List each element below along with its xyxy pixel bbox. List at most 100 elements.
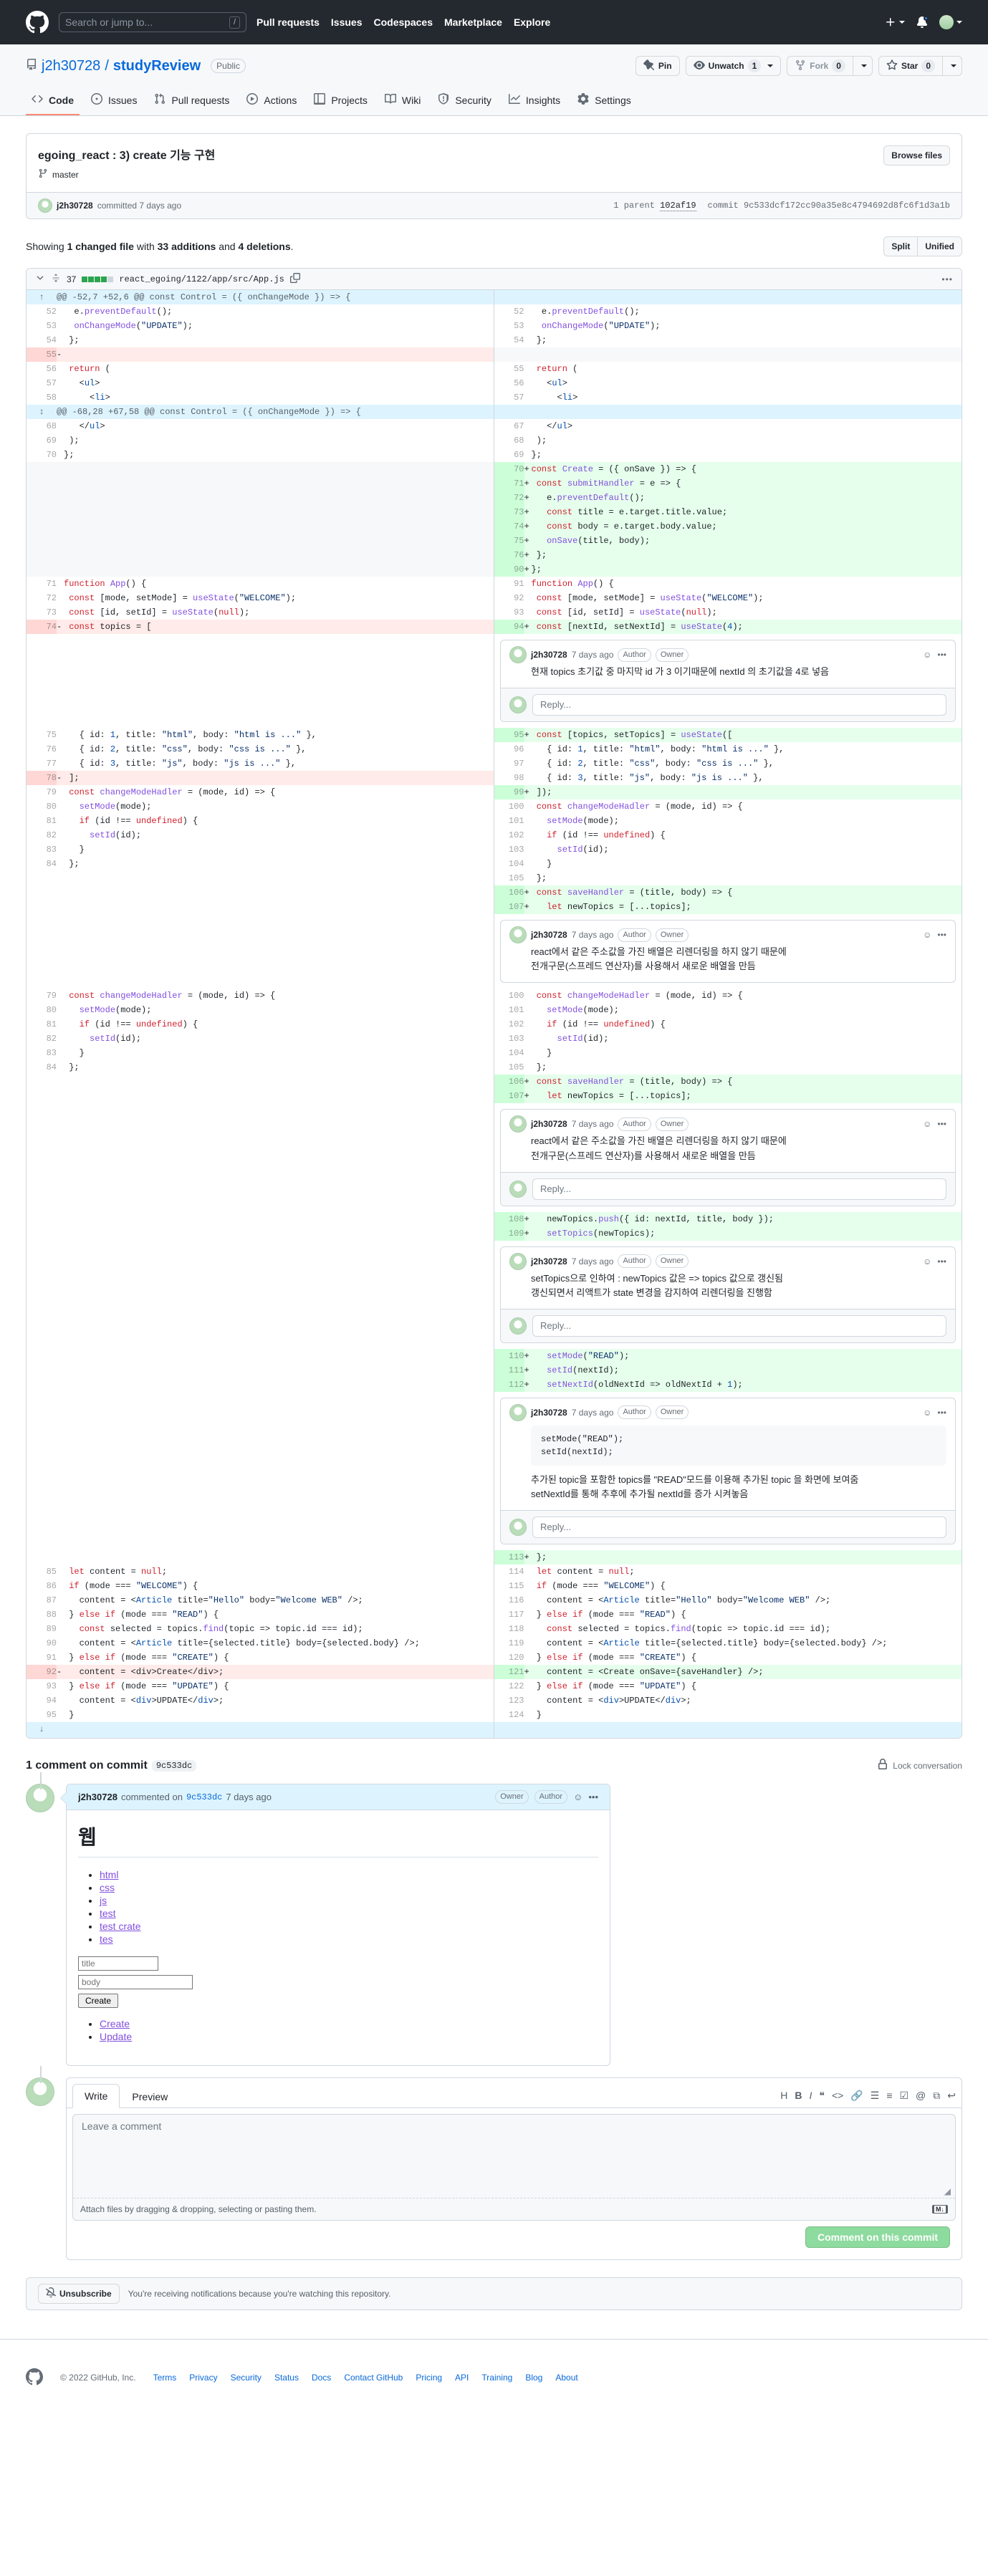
comment-author[interactable]: j2h30728 [531, 928, 567, 942]
reply-icon[interactable]: ↩ [947, 2090, 956, 2102]
notifications-bell-icon[interactable] [916, 16, 929, 28]
markdown-badge-icon[interactable]: M↓ [932, 2204, 948, 2214]
resize-handle[interactable]: ◢ [73, 2186, 955, 2198]
emoji-reaction-icon[interactable]: ☺ [923, 1405, 931, 1420]
comment-author[interactable]: j2h30728 [78, 1792, 117, 1802]
tab-write[interactable]: Write [72, 2083, 120, 2108]
branch-name[interactable]: master [52, 170, 79, 180]
footer-link-terms[interactable]: Terms [153, 2373, 177, 2383]
code-icon[interactable]: <> [832, 2090, 843, 2101]
repo-nav-item-insights[interactable]: Insights [503, 87, 566, 115]
kebab-horizontal-icon[interactable]: ••• [937, 1405, 946, 1420]
repo-nav-item-issues[interactable]: Issues [85, 87, 143, 115]
expand-down-row[interactable]: ↓ [27, 1722, 961, 1739]
cross-reference-icon[interactable]: ⧉ [933, 2090, 940, 2102]
emoji-reaction-icon[interactable]: ☺ [923, 928, 931, 942]
emoji-reaction-icon[interactable]: ☺ [923, 648, 931, 662]
footer-link-status[interactable]: Status [274, 2373, 299, 2383]
repo-nav-item-pull-requests[interactable]: Pull requests [148, 87, 235, 115]
emoji-reaction-icon[interactable]: ☺ [923, 1254, 931, 1269]
expand-up-button-right[interactable] [494, 290, 524, 304]
kebab-horizontal-icon[interactable]: ••• [941, 274, 953, 284]
heading-icon[interactable]: H [780, 2090, 787, 2101]
emoji-reaction-icon[interactable]: ☺ [923, 1117, 931, 1131]
kebab-horizontal-icon[interactable]: ••• [937, 1254, 946, 1269]
kebab-horizontal-icon[interactable]: ••• [937, 1117, 946, 1131]
expand-up-button[interactable]: ↑ [27, 290, 57, 304]
repo-nav-item-security[interactable]: Security [432, 87, 497, 115]
comment-author[interactable]: j2h30728 [531, 1254, 567, 1269]
unsubscribe-button[interactable]: Unsubscribe [38, 2283, 120, 2304]
reply-input[interactable]: Reply... [532, 1517, 946, 1539]
link-test[interactable]: test [100, 1908, 116, 1919]
repo-nav-item-projects[interactable]: Projects [308, 87, 373, 115]
kebab-horizontal-icon[interactable]: ••• [588, 1792, 598, 1802]
link-create[interactable]: Create [100, 2018, 130, 2029]
repo-nav-item-actions[interactable]: Actions [241, 87, 302, 115]
comment-textarea[interactable]: Leave a comment [73, 2115, 955, 2186]
task-list-icon[interactable]: ☑ [899, 2090, 908, 2102]
create-button[interactable]: Create [78, 1993, 119, 2008]
copy-icon[interactable] [289, 273, 300, 285]
pin-button[interactable]: Pin [635, 56, 680, 76]
expand-down-button-right[interactable] [494, 1722, 524, 1739]
kebab-horizontal-icon[interactable]: ••• [937, 648, 946, 662]
footer-link-about[interactable]: About [555, 2373, 577, 2383]
tab-preview[interactable]: Preview [120, 2085, 180, 2108]
nav-issues[interactable]: Issues [331, 16, 363, 28]
repo-nav-item-settings[interactable]: Settings [572, 87, 637, 115]
footer-link-privacy[interactable]: Privacy [189, 2373, 217, 2383]
search-input[interactable]: Search or jump to... / [59, 12, 246, 32]
comment-sha-link[interactable]: 9c533dc [186, 1792, 222, 1802]
fork-button[interactable]: Fork 0 [787, 56, 853, 76]
nav-explore[interactable]: Explore [514, 16, 550, 28]
comment-on-commit-button[interactable]: Comment on this commit [805, 2226, 950, 2248]
star-button[interactable]: Star 0 [878, 56, 942, 76]
reply-input[interactable]: Reply... [532, 1178, 946, 1200]
link-update[interactable]: Update [100, 2031, 132, 2042]
footer-link-docs[interactable]: Docs [312, 2373, 331, 2383]
repo-nav-item-code[interactable]: Code [26, 87, 80, 115]
expand-both-button[interactable]: ↕ [27, 405, 57, 419]
expand-down-button[interactable]: ↓ [27, 1722, 57, 1739]
mention-icon[interactable]: @ [916, 2090, 926, 2101]
unordered-list-icon[interactable]: ☰ [871, 2090, 880, 2102]
quote-icon[interactable]: ❝ [819, 2090, 825, 2102]
commit-author-link[interactable]: j2h30728 [57, 201, 93, 211]
link-css[interactable]: css [100, 1882, 115, 1893]
file-path[interactable]: react_egoing/1122/app/src/App.js [119, 274, 284, 284]
browse-files-button[interactable]: Browse files [883, 145, 950, 165]
repo-name-link[interactable]: studyReview [113, 58, 201, 75]
unified-view-button[interactable]: Unified [917, 236, 962, 256]
link-test-crate[interactable]: test crate [100, 1921, 141, 1932]
footer-link-blog[interactable]: Blog [525, 2373, 542, 2383]
comment-author[interactable]: j2h30728 [531, 1117, 567, 1131]
footer-link-security[interactable]: Security [231, 2373, 262, 2383]
footer-link-contact[interactable]: Contact GitHub [344, 2373, 403, 2383]
nav-pull-requests[interactable]: Pull requests [256, 16, 320, 28]
repo-owner-link[interactable]: j2h30728 [42, 58, 100, 75]
reply-input[interactable]: Reply... [532, 694, 946, 716]
lock-conversation-button[interactable]: Lock conversation [877, 1759, 962, 1772]
title-input[interactable] [78, 1956, 158, 1971]
footer-link-pricing[interactable]: Pricing [416, 2373, 442, 2383]
footer-link-training[interactable]: Training [481, 2373, 512, 2383]
italic-icon[interactable]: I [810, 2090, 812, 2101]
parent-sha-link[interactable]: 102af19 [660, 201, 696, 211]
footer-link-api[interactable]: API [455, 2373, 469, 2383]
chevron-down-icon[interactable] [35, 273, 45, 285]
profile-avatar[interactable] [939, 15, 962, 29]
nav-marketplace[interactable]: Marketplace [444, 16, 502, 28]
link-tes[interactable]: tes [100, 1933, 113, 1945]
comment-author[interactable]: j2h30728 [531, 648, 567, 662]
bold-icon[interactable]: B [795, 2090, 802, 2101]
kebab-horizontal-icon[interactable]: ••• [937, 928, 946, 942]
github-logo-icon[interactable] [26, 11, 49, 34]
nav-codespaces[interactable]: Codespaces [374, 16, 433, 28]
reply-input[interactable]: Reply... [532, 1315, 946, 1337]
split-view-button[interactable]: Split [883, 236, 918, 256]
link-html[interactable]: html [100, 1869, 118, 1880]
fork-dropdown-button[interactable] [852, 56, 873, 76]
comment-author[interactable]: j2h30728 [531, 1405, 567, 1420]
ordered-list-icon[interactable]: ≡ [886, 2090, 892, 2101]
